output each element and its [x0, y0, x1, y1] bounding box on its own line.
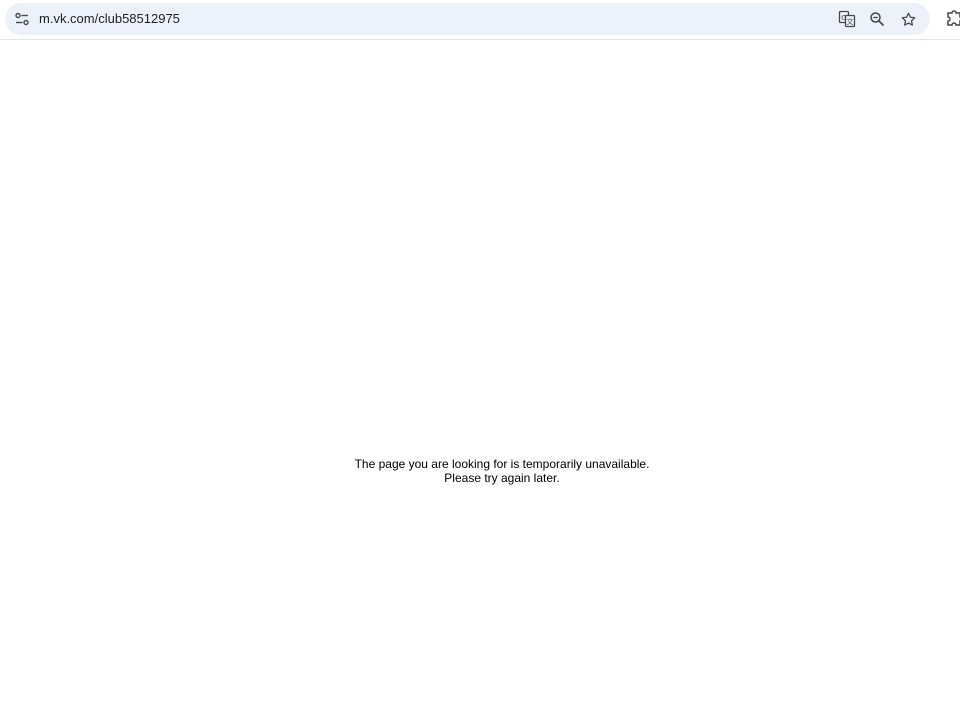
page-content: The page you are looking for is temporar… — [0, 41, 960, 715]
error-message-line2: Please try again later. — [444, 471, 560, 485]
url-text[interactable]: m.vk.com/club58512975 — [39, 11, 180, 27]
browser-toolbar: m.vk.com/club58512975 G 文 — [0, 0, 960, 40]
puzzle-icon — [947, 10, 960, 26]
extensions-button[interactable] — [944, 9, 960, 29]
error-message: The page you are looking for is temporar… — [0, 457, 960, 485]
translate-button[interactable]: G 文 — [836, 8, 858, 30]
star-icon — [901, 12, 915, 26]
tune-icon — [15, 12, 29, 26]
zoom-button[interactable] — [866, 8, 888, 30]
translate-icon: G 文 — [838, 10, 856, 28]
address-bar[interactable]: m.vk.com/club58512975 G 文 — [5, 3, 930, 35]
svg-text:文: 文 — [847, 17, 854, 26]
zoom-out-icon — [870, 12, 885, 27]
error-message-line1: The page you are looking for is temporar… — [354, 457, 650, 471]
site-info-button[interactable] — [11, 8, 33, 30]
bookmark-button[interactable] — [897, 8, 919, 30]
